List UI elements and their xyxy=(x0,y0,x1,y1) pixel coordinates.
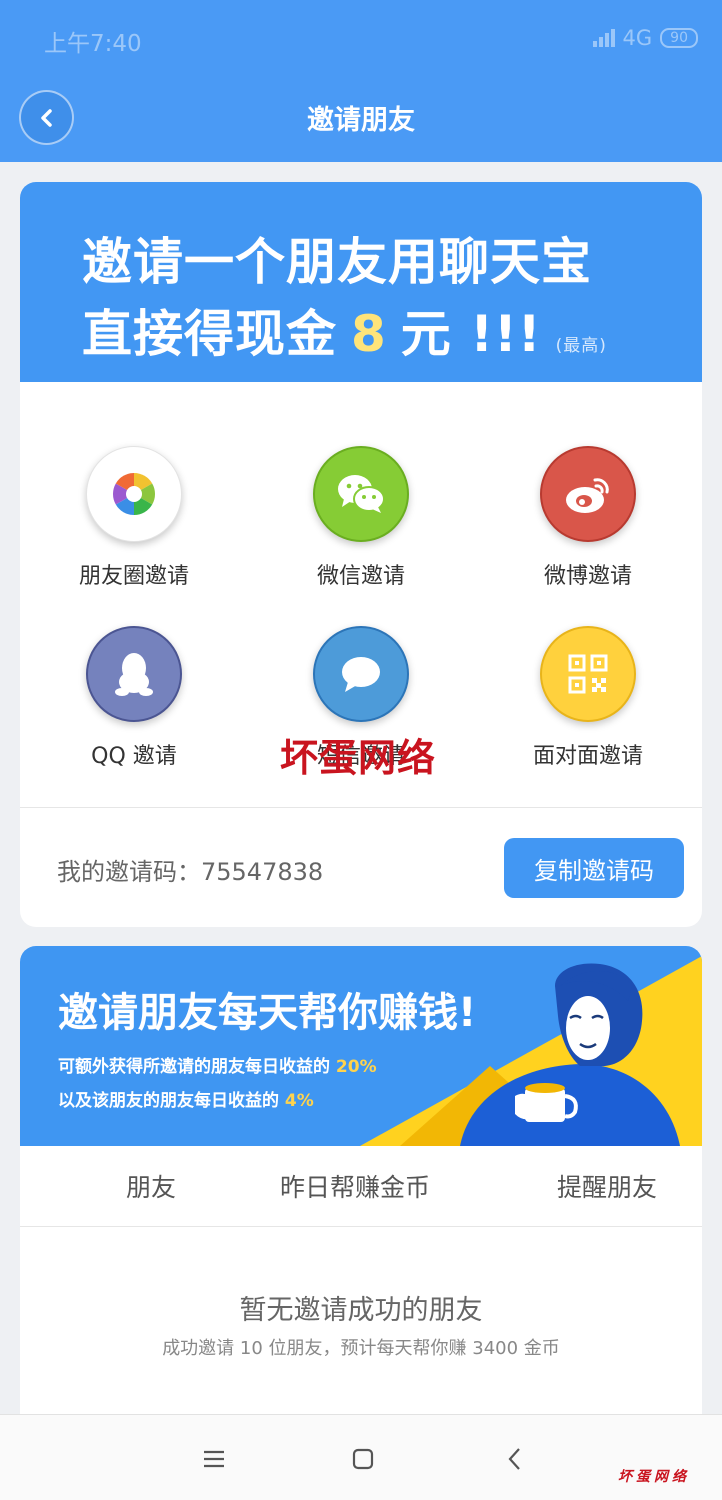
earn-banner-line1: 可额外获得所邀请的朋友每日收益的 20% xyxy=(58,1052,377,1077)
earn-banner-title: 邀请朋友每天帮你赚钱! xyxy=(58,990,477,1036)
banner-reward-line: 直接得现金 8 元 !!! (最高) xyxy=(82,294,607,366)
system-nav-bar xyxy=(0,1414,722,1500)
qq-icon xyxy=(86,626,182,722)
share-wechat-label: 微信邀请 xyxy=(316,564,405,589)
earn-banner: 邀请朋友每天帮你赚钱! 可额外获得所邀请的朋友每日收益的 20% 以及该朋友的朋… xyxy=(20,946,702,1146)
home-square-icon xyxy=(352,1448,374,1470)
banner-illustration xyxy=(360,956,702,1146)
menu-button[interactable] xyxy=(196,1441,232,1477)
watermark-text: 坏蛋网络 xyxy=(280,736,437,780)
share-weibo[interactable]: 微博邀请 xyxy=(488,446,688,590)
empty-state-title: 暂无邀请成功的朋友 xyxy=(239,1295,483,1326)
moments-icon xyxy=(86,446,182,542)
signal-icon xyxy=(592,29,615,47)
qr-code-icon xyxy=(540,626,636,722)
battery-icon: 90 xyxy=(660,28,698,48)
tab-remind-friends[interactable]: 提醒朋友 xyxy=(557,1168,657,1204)
earn-banner-line2: 以及该朋友的朋友每日收益的 4% xyxy=(58,1086,314,1111)
friends-tabs: 朋友 昨日帮赚金币 提醒朋友 xyxy=(20,1146,702,1226)
invite-card: 邀请一个朋友用聊天宝 直接得现金 8 元 !!! (最高) 朋友圈邀请 微信邀请… xyxy=(20,182,702,927)
back-arrow-icon xyxy=(508,1448,520,1470)
sms-icon xyxy=(313,626,409,722)
nav-back-button[interactable] xyxy=(497,1441,533,1477)
reward-prefix: 直接得现金 xyxy=(82,305,337,363)
share-face-to-face-label: 面对面邀请 xyxy=(532,744,643,769)
tab-yesterday-earnings[interactable]: 昨日帮赚金币 xyxy=(280,1168,430,1204)
status-time: 上午7:40 xyxy=(44,31,142,57)
menu-icon xyxy=(204,1450,224,1468)
invite-reward-banner: 邀请一个朋友用聊天宝 直接得现金 8 元 !!! (最高) xyxy=(20,182,702,382)
home-button[interactable] xyxy=(345,1441,381,1477)
empty-state-subtitle: 成功邀请 10 位朋友，预计每天帮你赚 3400 金币 xyxy=(162,1338,560,1359)
earn-line2-percent: 4% xyxy=(284,1091,314,1111)
wechat-icon xyxy=(313,446,409,542)
divider xyxy=(20,1226,702,1227)
banner-headline: 邀请一个朋友用聊天宝 xyxy=(82,233,592,291)
reward-suffix: 元 !!! xyxy=(400,305,542,363)
reward-note: (最高) xyxy=(555,336,607,356)
share-moments[interactable]: 朋友圈邀请 xyxy=(34,446,234,590)
reward-amount: 8 xyxy=(351,305,387,363)
share-moments-label: 朋友圈邀请 xyxy=(78,564,189,589)
share-wechat[interactable]: 微信邀请 xyxy=(261,446,461,590)
tab-friends[interactable]: 朋友 xyxy=(126,1168,176,1204)
friends-card: 邀请朋友每天帮你赚钱! 可额外获得所邀请的朋友每日收益的 20% 以及该朋友的朋… xyxy=(20,946,702,1416)
copy-invite-code-button[interactable]: 复制邀请码 xyxy=(504,838,684,898)
weibo-icon xyxy=(540,446,636,542)
share-qq-label: QQ 邀请 xyxy=(91,744,177,769)
earn-line1-percent: 20% xyxy=(335,1057,377,1077)
divider xyxy=(20,807,702,808)
earn-line1-text: 可额外获得所邀请的朋友每日收益的 xyxy=(58,1057,330,1077)
top-app-bar: 上午7:40 4G 90 邀请朋友 xyxy=(0,0,722,162)
share-options-grid: 朋友圈邀请 微信邀请 微博邀请 QQ 邀请 短信邀请 面对面邀请 xyxy=(20,444,702,774)
earn-line2-text: 以及该朋友的朋友每日收益的 xyxy=(58,1091,279,1111)
status-indicators: 4G 90 xyxy=(592,24,698,52)
invite-code: 我的邀请码：75547838 xyxy=(57,858,324,886)
network-type: 4G xyxy=(622,26,653,50)
share-weibo-label: 微博邀请 xyxy=(543,564,632,589)
corner-watermark: 坏蛋网络 xyxy=(618,1469,690,1485)
share-face-to-face[interactable]: 面对面邀请 xyxy=(488,626,688,770)
page-title: 邀请朋友 xyxy=(307,105,415,136)
share-qq[interactable]: QQ 邀请 xyxy=(34,626,234,770)
